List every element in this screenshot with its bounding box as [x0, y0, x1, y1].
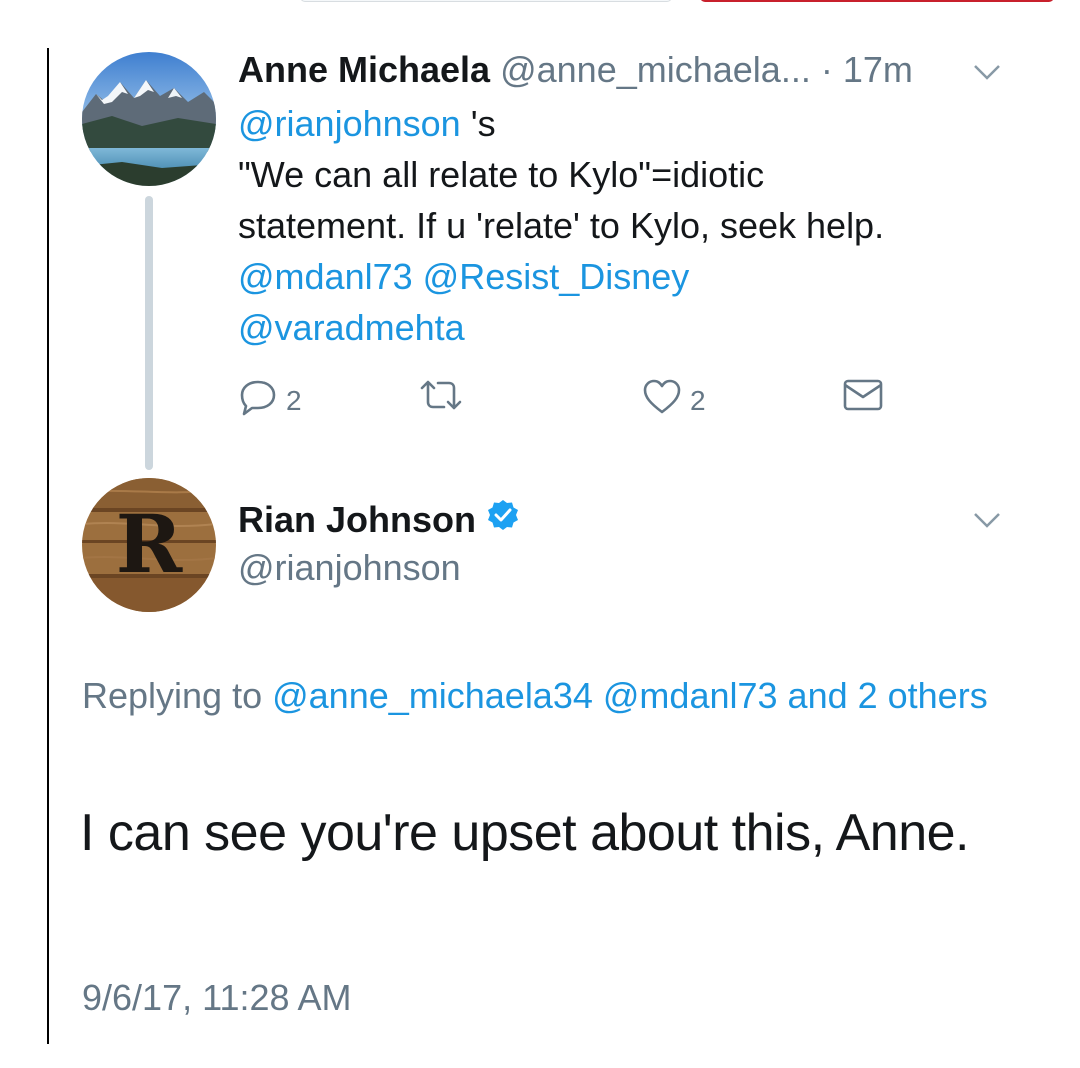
mention-link[interactable]: @rianjohnson — [238, 103, 461, 144]
tweet-line-mentions: @mdanl73 @Resist_Disney — [238, 251, 1038, 302]
like-button[interactable]: 2 — [642, 378, 706, 423]
avatar-letter: R — [116, 497, 183, 591]
direct-message-icon — [842, 378, 884, 419]
top-cropped-button-right[interactable] — [700, 0, 1054, 2]
separator-dot: · — [820, 49, 833, 90]
reply-timestamp[interactable]: 9/6/17, 11:28 AM — [82, 976, 352, 1020]
chevron-down-icon[interactable] — [972, 510, 1002, 530]
avatar-rian-johnson[interactable]: R — [82, 478, 216, 612]
mention-link[interactable]: @mdanl73 — [603, 675, 778, 716]
like-icon — [642, 378, 682, 423]
mention-link[interactable]: @Resist_Disney — [423, 256, 690, 297]
verified-badge-icon — [486, 498, 520, 542]
tweet-text: statement. If u 'relate' to Kylo, seek h… — [238, 205, 885, 246]
tweet-text: 's — [460, 103, 496, 144]
reply-count: 2 — [286, 384, 302, 416]
tweet-body: @rianjohnson 's "We can all relate to Ky… — [238, 98, 1038, 353]
direct-message-button[interactable] — [842, 378, 884, 419]
mention-link[interactable]: @varadmehta — [238, 307, 465, 348]
thread-connector-line — [145, 196, 153, 470]
avatar-anne-michaela[interactable] — [82, 52, 216, 186]
tweet-header: Anne Michaela @anne_michaela... · 17m — [238, 48, 913, 92]
tweet-time[interactable]: 17m — [843, 49, 913, 90]
crop-frame-edge — [47, 48, 49, 1044]
replying-to-line: Replying to @anne_michaela34 @mdanl73 an… — [82, 668, 1042, 724]
top-cropped-button-left[interactable] — [300, 0, 672, 2]
reply-author-handle[interactable]: @rianjohnson — [238, 546, 461, 590]
reply-author-name[interactable]: Rian Johnson — [238, 498, 476, 542]
replying-prefix: Replying to — [82, 675, 273, 716]
tweet-text: "We can all relate to Kylo"=idiotic — [238, 154, 765, 195]
reply-button[interactable]: 2 — [238, 378, 302, 423]
author-name[interactable]: Anne Michaela — [238, 49, 490, 90]
chevron-down-icon[interactable] — [972, 62, 1002, 82]
others-link[interactable]: and 2 others — [788, 675, 988, 716]
tweet-line-1: @rianjohnson 's — [238, 98, 1038, 149]
like-count: 2 — [690, 384, 706, 416]
reply-tweet-text: I can see you're upset about this, Anne. — [80, 804, 969, 862]
mention-link[interactable]: @mdanl73 — [238, 256, 413, 297]
tweet-action-bar: 2 2 — [238, 378, 918, 422]
reply-icon — [238, 378, 278, 423]
author-handle[interactable]: @anne_michaela... — [500, 49, 811, 90]
mention-link[interactable]: @anne_michaela34 — [272, 675, 593, 716]
reply-author-row: Rian Johnson — [238, 498, 520, 542]
retweet-button[interactable] — [418, 378, 464, 419]
retweet-icon — [418, 378, 464, 419]
